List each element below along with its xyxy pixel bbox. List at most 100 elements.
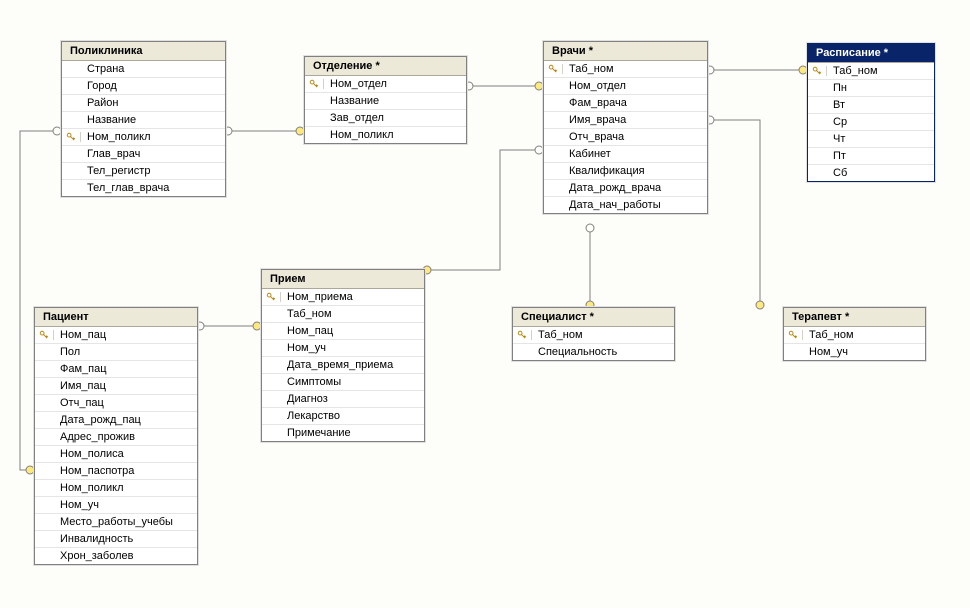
column-row[interactable]: Ном_поликл bbox=[62, 128, 225, 145]
column-row[interactable]: Пол bbox=[35, 343, 197, 360]
column-row[interactable]: Тел_глав_врача bbox=[62, 179, 225, 196]
column-name: Специальность bbox=[532, 346, 670, 358]
key-cell bbox=[262, 292, 281, 302]
column-row[interactable]: Таб_ном bbox=[544, 61, 707, 77]
column-row[interactable]: Страна bbox=[62, 61, 225, 77]
column-row[interactable]: Фам_врача bbox=[544, 94, 707, 111]
column-row[interactable]: Имя_пац bbox=[35, 377, 197, 394]
column-name: Вт bbox=[827, 99, 930, 111]
key-cell bbox=[784, 330, 803, 340]
column-row[interactable]: Примечание bbox=[262, 424, 424, 441]
column-row[interactable]: Пн bbox=[808, 79, 934, 96]
table-poliklinika[interactable]: Поликлиника Страна Город Район Название Ном_… bbox=[61, 41, 226, 197]
column-row[interactable]: Ном_отдел bbox=[544, 77, 707, 94]
column-row[interactable]: Дата_время_приема bbox=[262, 356, 424, 373]
column-name: Тел_глав_врача bbox=[81, 182, 221, 194]
table-title: Прием bbox=[262, 270, 424, 289]
column-name: Отч_пац bbox=[54, 397, 193, 409]
column-row[interactable]: Ном_пац bbox=[35, 327, 197, 343]
column-name: Пн bbox=[827, 82, 930, 94]
column-name: Кабинет bbox=[563, 148, 703, 160]
column-row[interactable]: Ном_приема bbox=[262, 289, 424, 305]
column-name: Имя_пац bbox=[54, 380, 193, 392]
column-row[interactable]: Отч_врача bbox=[544, 128, 707, 145]
primary-key-icon bbox=[548, 64, 558, 74]
column-row[interactable]: Ср bbox=[808, 113, 934, 130]
column-row[interactable]: Адрес_прожив bbox=[35, 428, 197, 445]
column-row[interactable]: Имя_врача bbox=[544, 111, 707, 128]
column-row[interactable]: Ном_пац bbox=[262, 322, 424, 339]
column-name: Ном_уч bbox=[281, 342, 420, 354]
column-row[interactable]: Ном_уч bbox=[784, 343, 925, 360]
table-raspisanie[interactable]: Расписание * Таб_номПнВтСрЧтПтСб bbox=[807, 43, 935, 182]
column-row[interactable]: Район bbox=[62, 94, 225, 111]
column-row[interactable]: Таб_ном bbox=[262, 305, 424, 322]
column-row[interactable]: Название bbox=[62, 111, 225, 128]
column-row[interactable]: Тел_регистр bbox=[62, 162, 225, 179]
column-row[interactable]: Ном_поликл bbox=[35, 479, 197, 496]
primary-key-icon bbox=[39, 330, 49, 340]
table-priem[interactable]: Прием Ном_приема Таб_ном Ном_пац Ном_уч Дата… bbox=[261, 269, 425, 442]
column-name: Примечание bbox=[281, 427, 420, 439]
column-row[interactable]: Ном_паспотра bbox=[35, 462, 197, 479]
column-row[interactable]: Сб bbox=[808, 164, 934, 181]
column-row[interactable]: Кабинет bbox=[544, 145, 707, 162]
column-name: Тел_регистр bbox=[81, 165, 221, 177]
table-columns: Ном_пацПол Фам_пац Имя_пац Отч_пац Дата_рожд… bbox=[35, 327, 197, 564]
column-name: Ном_поликл bbox=[324, 129, 462, 141]
table-terapevt[interactable]: Терапевт * Таб_номНом_уч bbox=[783, 307, 926, 361]
table-columns: Таб_номНом_уч bbox=[784, 327, 925, 360]
column-row[interactable]: Симптомы bbox=[262, 373, 424, 390]
column-row[interactable]: Вт bbox=[808, 96, 934, 113]
column-name: Таб_ном bbox=[281, 308, 420, 320]
column-row[interactable]: Хрон_заболев bbox=[35, 547, 197, 564]
column-name: Город bbox=[81, 80, 221, 92]
column-row[interactable]: Отч_пац bbox=[35, 394, 197, 411]
column-name: Дата_рожд_врача bbox=[563, 182, 703, 194]
column-name: Чт bbox=[827, 133, 930, 145]
primary-key-icon bbox=[309, 79, 319, 89]
column-row[interactable]: Таб_ном bbox=[808, 63, 934, 79]
column-row[interactable]: Зав_отдел bbox=[305, 109, 466, 126]
column-name: Адрес_прожив bbox=[54, 431, 193, 443]
column-name: Дата_рожд_пац bbox=[54, 414, 193, 426]
column-row[interactable]: Глав_врач bbox=[62, 145, 225, 162]
key-cell bbox=[808, 66, 827, 76]
column-row[interactable]: Инвалидность bbox=[35, 530, 197, 547]
column-row[interactable]: Квалификация bbox=[544, 162, 707, 179]
column-name: Ном_поликл bbox=[54, 482, 193, 494]
column-name: Диагноз bbox=[281, 393, 420, 405]
table-vrachi[interactable]: Врачи * Таб_номНом_отделФам_врачаИмя_вра… bbox=[543, 41, 708, 214]
column-row[interactable]: Дата_рожд_врача bbox=[544, 179, 707, 196]
column-row[interactable]: Ном_полиса bbox=[35, 445, 197, 462]
column-row[interactable]: Диагноз bbox=[262, 390, 424, 407]
table-otdelenie[interactable]: Отделение * Ном_отделНазваниеЗав_отделНо… bbox=[304, 56, 467, 144]
column-row[interactable]: Специальность bbox=[513, 343, 674, 360]
table-patient[interactable]: Пациент Ном_пацПол Фам_пац Имя_пац Отч_пац Д… bbox=[34, 307, 198, 565]
column-row[interactable]: Пт bbox=[808, 147, 934, 164]
column-row[interactable]: Ном_поликл bbox=[305, 126, 466, 143]
column-row[interactable]: Дата_нач_работы bbox=[544, 196, 707, 213]
column-row[interactable]: Лекарство bbox=[262, 407, 424, 424]
table-specialist[interactable]: Специалист * Таб_номСпециальность bbox=[512, 307, 675, 361]
column-row[interactable]: Ном_уч bbox=[262, 339, 424, 356]
column-row[interactable]: Название bbox=[305, 92, 466, 109]
column-row[interactable]: Ном_отдел bbox=[305, 76, 466, 92]
column-row[interactable]: Чт bbox=[808, 130, 934, 147]
column-row[interactable]: Ном_уч bbox=[35, 496, 197, 513]
column-name: Таб_ном bbox=[563, 63, 703, 75]
table-title: Поликлиника bbox=[62, 42, 225, 61]
column-row[interactable]: Таб_ном bbox=[784, 327, 925, 343]
column-name: Название bbox=[81, 114, 221, 126]
column-row[interactable]: Дата_рожд_пац bbox=[35, 411, 197, 428]
column-row[interactable]: Таб_ном bbox=[513, 327, 674, 343]
column-name: Глав_врач bbox=[81, 148, 221, 160]
column-name: Ном_приема bbox=[281, 291, 420, 303]
column-name: Ном_пац bbox=[281, 325, 420, 337]
column-row[interactable]: Фам_пац bbox=[35, 360, 197, 377]
column-row[interactable]: Город bbox=[62, 77, 225, 94]
column-name: Лекарство bbox=[281, 410, 420, 422]
column-row[interactable]: Место_работы_учебы bbox=[35, 513, 197, 530]
column-name: Фам_пац bbox=[54, 363, 193, 375]
table-title: Пациент bbox=[35, 308, 197, 327]
